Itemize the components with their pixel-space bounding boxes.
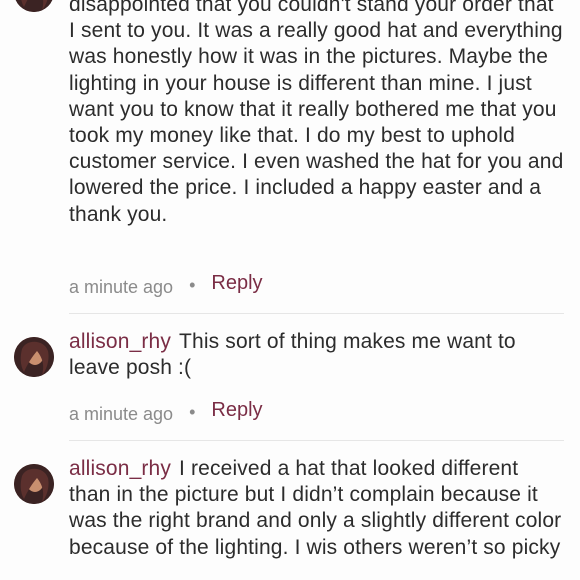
meta-separator-dot: •	[189, 274, 196, 295]
avatar[interactable]	[14, 0, 54, 12]
comment-text: disappointed that you couldn't stand you…	[69, 0, 564, 226]
meta-separator-dot: •	[189, 401, 196, 422]
avatar[interactable]	[14, 337, 54, 377]
reply-button[interactable]: Reply	[211, 399, 262, 422]
avatar-photo	[14, 337, 54, 377]
comment-item: allison_rhy I received a hat that looked …	[0, 445, 580, 580]
avatar[interactable]	[14, 464, 54, 504]
comment-meta: a minute ago • Reply	[69, 399, 263, 428]
comment-meta: a minute ago • Reply	[69, 272, 263, 301]
comment-username[interactable]: allison_rhy	[69, 457, 171, 480]
comment-time: a minute ago	[69, 403, 174, 424]
comment-body: allison_rhy I received a hat that looked …	[69, 456, 564, 561]
avatar-photo	[14, 464, 54, 504]
divider	[69, 313, 564, 314]
avatar-photo	[15, 0, 53, 12]
comment-body: disappointed that you couldn't stand you…	[69, 0, 564, 228]
comment-time: a minute ago	[69, 276, 174, 297]
comment-item: allison_rhy This sort of thing makes me w…	[0, 318, 580, 440]
comments-screen: disappointed that you couldn't stand you…	[0, 0, 580, 580]
comment-username[interactable]: allison_rhy	[69, 330, 171, 353]
divider	[69, 440, 564, 441]
reply-button[interactable]: Reply	[211, 272, 262, 295]
comment-item: disappointed that you couldn't stand you…	[0, 0, 580, 320]
comment-body: allison_rhy This sort of thing makes me w…	[69, 329, 564, 381]
